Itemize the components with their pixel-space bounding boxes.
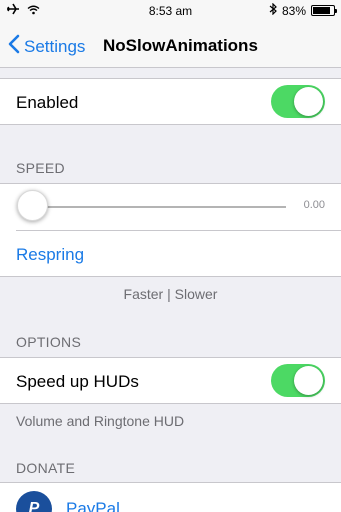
speed-slider[interactable]: 0.00 xyxy=(0,184,341,230)
section-header-donate: DONATE xyxy=(16,460,76,476)
back-button[interactable]: Settings xyxy=(8,34,85,59)
enabled-toggle[interactable] xyxy=(271,85,325,118)
page-title: NoSlowAnimations xyxy=(103,36,258,55)
paypal-icon-letter: P xyxy=(28,500,40,512)
battery-icon xyxy=(311,5,337,16)
toggle-knob xyxy=(294,87,323,116)
respring-button[interactable]: Respring xyxy=(16,245,84,265)
speed-footer: Faster | Slower xyxy=(123,286,218,302)
paypal-icon: P xyxy=(16,491,52,512)
battery-fill xyxy=(313,7,330,14)
status-bar-right: 83% xyxy=(269,2,337,18)
slider-thumb[interactable] xyxy=(17,190,48,221)
paypal-cell[interactable]: P PayPal xyxy=(0,482,341,512)
speed-group: 0.00 Respring xyxy=(0,183,341,277)
status-bar: 8:53 am 83% xyxy=(0,0,341,22)
paypal-link[interactable]: PayPal xyxy=(66,499,120,512)
navigation-bar: Settings NoSlowAnimations xyxy=(0,22,341,68)
section-header-options: OPTIONS xyxy=(16,334,82,350)
bluetooth-icon xyxy=(269,2,277,18)
speed-huds-label: Speed up HUDs xyxy=(16,372,139,391)
speed-value: 0.00 xyxy=(303,199,325,211)
speed-huds-cell: Speed up HUDs xyxy=(0,357,341,404)
speed-huds-toggle[interactable] xyxy=(271,364,325,397)
slider-track xyxy=(32,206,286,208)
section-header-speed: SPEED xyxy=(16,160,65,176)
chevron-left-icon xyxy=(8,34,20,59)
toggle-knob xyxy=(294,366,323,395)
options-footer: Volume and Ringtone HUD xyxy=(16,413,185,429)
enabled-label: Enabled xyxy=(16,93,79,112)
divider xyxy=(16,230,341,231)
battery-percent: 83% xyxy=(281,3,306,18)
enabled-cell: Enabled xyxy=(0,78,341,125)
back-button-label: Settings xyxy=(24,36,86,56)
